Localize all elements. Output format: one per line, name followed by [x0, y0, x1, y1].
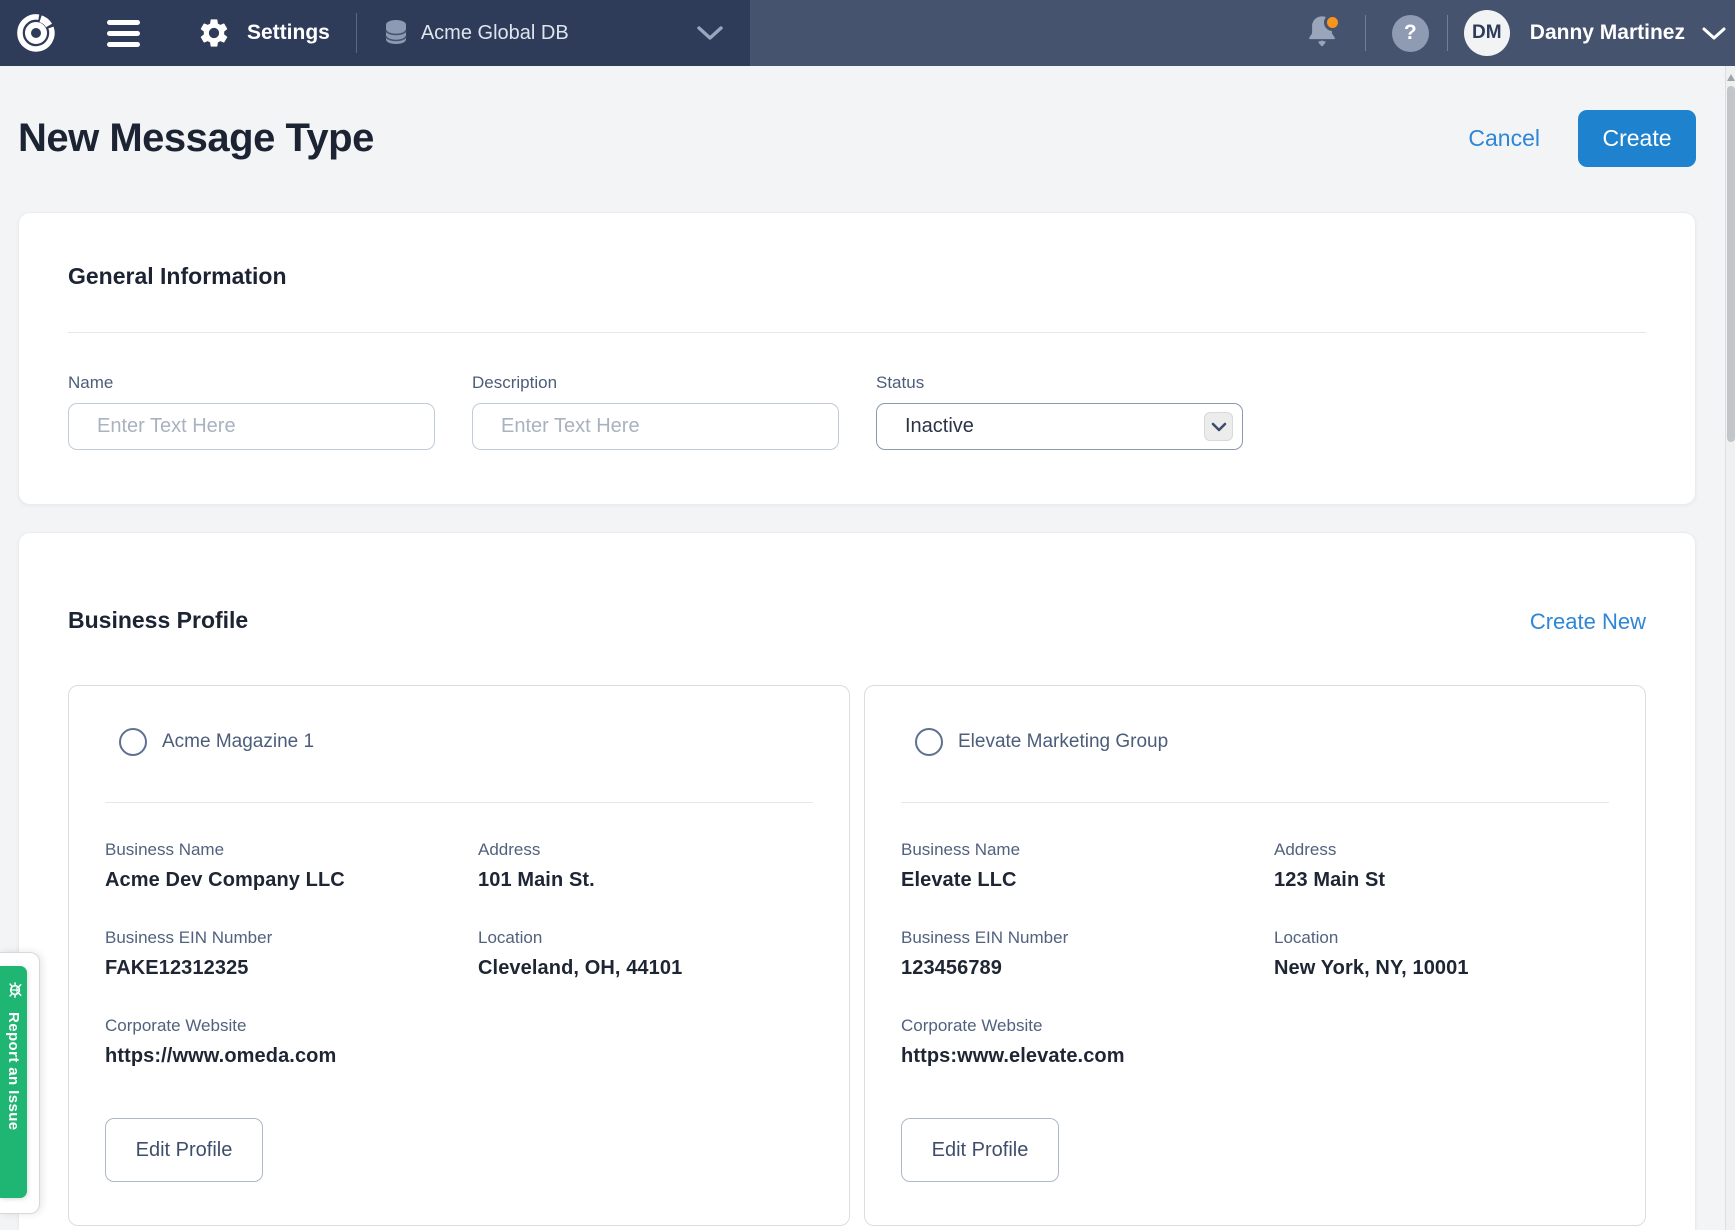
report-issue-label: Report an Issue	[5, 1012, 22, 1131]
field-value: New York, NY, 10001	[1274, 957, 1609, 980]
profile-field: Business Name Acme Dev Company LLC	[105, 840, 478, 892]
field-label: Business Name	[105, 840, 478, 860]
omeda-logo-icon[interactable]	[13, 10, 59, 56]
profile-divider	[901, 802, 1609, 803]
user-avatar[interactable]: DM	[1464, 10, 1510, 56]
cancel-button[interactable]: Cancel	[1468, 125, 1540, 152]
profile-name: Acme Magazine 1	[162, 731, 314, 753]
profile-field: Business Name Elevate LLC	[901, 840, 1274, 892]
profile-field: Business EIN Number 123456789	[901, 928, 1274, 980]
edit-profile-button[interactable]: Edit Profile	[901, 1118, 1059, 1182]
name-field-label: Name	[68, 373, 435, 393]
notifications-button[interactable]	[1305, 13, 1341, 53]
user-name[interactable]: Danny Martinez	[1530, 21, 1685, 45]
report-an-issue-tab[interactable]: Report an Issue	[0, 966, 27, 1198]
business-profile-title: Business Profile	[68, 607, 248, 634]
field-label: Address	[1274, 840, 1609, 860]
profile-field: Address 123 Main St	[1274, 840, 1609, 892]
field-value: FAKE12312325	[105, 957, 478, 980]
notification-badge	[1324, 14, 1341, 31]
navbar-divider	[356, 13, 357, 53]
chevron-down-icon[interactable]	[696, 25, 724, 41]
profile-field: Location Cleveland, OH, 44101	[478, 928, 813, 980]
status-select[interactable]: Inactive	[876, 403, 1243, 450]
top-navbar: Settings Acme Global DB ? DM Danny Marti…	[0, 0, 1735, 66]
field-label: Corporate Website	[105, 1016, 478, 1036]
page-title: New Message Type	[18, 116, 374, 161]
scrollbar-up-arrow[interactable]	[1727, 74, 1735, 81]
user-chevron-icon[interactable]	[1701, 26, 1727, 41]
hamburger-menu-icon[interactable]	[107, 20, 140, 47]
field-value: https://www.omeda.com	[105, 1045, 478, 1068]
settings-nav-label[interactable]: Settings	[247, 21, 330, 45]
status-select-value: Inactive	[905, 415, 974, 438]
create-button[interactable]: Create	[1578, 110, 1696, 167]
scrollbar-track[interactable]	[1725, 66, 1735, 1230]
profile-card-elevate: Elevate Marketing Group Business Name El…	[864, 685, 1646, 1226]
gear-icon[interactable]	[197, 16, 231, 50]
field-label: Business EIN Number	[105, 928, 478, 948]
field-value: Cleveland, OH, 44101	[478, 957, 813, 980]
profile-field: Location New York, NY, 10001	[1274, 928, 1609, 980]
profile-field: Business EIN Number FAKE12312325	[105, 928, 478, 980]
radio-button[interactable]	[915, 728, 943, 756]
name-input[interactable]	[68, 403, 435, 450]
description-input[interactable]	[472, 403, 839, 450]
status-field-label: Status	[876, 373, 1243, 393]
general-information-card: General Information Name Description Sta…	[18, 212, 1696, 505]
radio-button[interactable]	[119, 728, 147, 756]
field-value: https:www.elevate.com	[901, 1045, 1274, 1068]
field-label: Business EIN Number	[901, 928, 1274, 948]
field-value: 123 Main St	[1274, 869, 1609, 892]
section-divider	[68, 332, 1646, 333]
general-information-title: General Information	[68, 263, 1646, 290]
edit-profile-button[interactable]: Edit Profile	[105, 1118, 263, 1182]
field-value: Elevate LLC	[901, 869, 1274, 892]
field-value: 123456789	[901, 957, 1274, 980]
database-selector-label[interactable]: Acme Global DB	[421, 22, 569, 45]
navbar-divider	[1447, 15, 1448, 51]
navbar-divider	[1365, 15, 1366, 51]
profile-field: Corporate Website https://www.omeda.com	[105, 1016, 478, 1068]
field-value: 101 Main St.	[478, 869, 813, 892]
scrollbar-thumb[interactable]	[1727, 86, 1735, 442]
field-label: Location	[478, 928, 813, 948]
profile-field: Address 101 Main St.	[478, 840, 813, 892]
help-icon[interactable]: ?	[1392, 15, 1429, 52]
database-icon	[383, 19, 409, 47]
field-label: Address	[478, 840, 813, 860]
profile-divider	[105, 802, 813, 803]
profile-card-acme: Acme Magazine 1 Business Name Acme Dev C…	[68, 685, 850, 1226]
description-field-label: Description	[472, 373, 839, 393]
field-label: Location	[1274, 928, 1609, 948]
select-chevron-icon[interactable]	[1204, 412, 1233, 441]
create-new-profile-link[interactable]: Create New	[1530, 609, 1646, 635]
field-label: Business Name	[901, 840, 1274, 860]
navbar-right-section: ? DM Danny Martinez	[750, 0, 1735, 66]
bug-icon	[2, 981, 26, 1000]
field-value: Acme Dev Company LLC	[105, 869, 478, 892]
profile-name: Elevate Marketing Group	[958, 731, 1168, 753]
page-content: New Message Type Cancel Create General I…	[0, 110, 1735, 1230]
business-profile-card: Business Profile Create New Acme Magazin…	[18, 532, 1696, 1230]
profile-field: Corporate Website https:www.elevate.com	[901, 1016, 1274, 1068]
navbar-left-section: Settings Acme Global DB	[0, 0, 750, 66]
field-label: Corporate Website	[901, 1016, 1274, 1036]
